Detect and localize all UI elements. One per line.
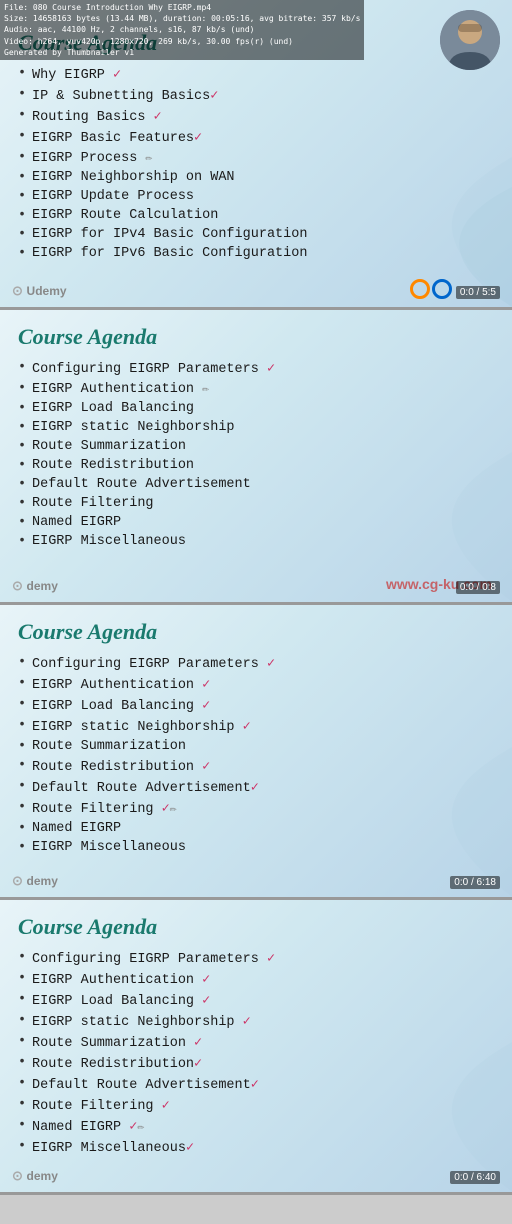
udemy-logo-3: ⊙ demy (12, 873, 58, 889)
check-icon: ✓ (210, 89, 218, 104)
check-icon: ✓ (162, 1099, 170, 1114)
list-item: Route Summarization (18, 437, 494, 456)
list-item: EIGRP Authentication ✓ (18, 969, 494, 990)
udemy-icon: ⊙ (12, 578, 23, 593)
list-item: Configuring EIGRP Parameters ✓ (18, 948, 494, 969)
check-icon: ✓ (267, 362, 275, 377)
list-item: EIGRP Basic Features✓ (18, 127, 494, 148)
udemy-icon: ⊙ (12, 283, 23, 298)
list-item: Configuring EIGRP Parameters ✓ (18, 358, 494, 379)
check-icon: ✓ (202, 973, 210, 988)
check-icon: ✓ (154, 110, 162, 125)
list-item: EIGRP Neighborship on WAN (18, 168, 494, 187)
list-item: EIGRP for IPv6 Basic Configuration (18, 244, 494, 263)
list-item: EIGRP Authentication ✓ (18, 674, 494, 695)
list-item: Route Redistribution✓ (18, 1053, 494, 1074)
check-icon: ✓ (202, 760, 210, 775)
check-icon: ✓ (251, 781, 259, 796)
pencil-icon: ✏ (202, 382, 209, 396)
panel-3: Course Agenda Configuring EIGRP Paramete… (0, 605, 512, 900)
check-icon: ✓ (243, 1015, 251, 1030)
udemy-icon: ⊙ (12, 873, 23, 888)
avatar (440, 10, 500, 70)
list-item: Route Filtering ✓✏ (18, 798, 494, 819)
check-icon: ✓ (202, 699, 210, 714)
udemy-icon: ⊙ (12, 1168, 23, 1183)
list-item: EIGRP Route Calculation (18, 206, 494, 225)
list-item: Route Filtering (18, 494, 494, 513)
list-item: Route Summarization ✓ (18, 1032, 494, 1053)
panel-1: File: 080 Course Introduction Why EIGRP.… (0, 0, 512, 310)
panel-2-title: Course Agenda (18, 324, 494, 350)
list-item: EIGRP Load Balancing ✓ (18, 695, 494, 716)
list-item: Named EIGRP (18, 513, 494, 532)
list-item: Route Redistribution (18, 456, 494, 475)
check-icon: ✓ (251, 1078, 259, 1093)
udemy-logo: ⊙ Udemy (12, 283, 67, 299)
list-item: EIGRP Process ✏ (18, 148, 494, 168)
list-item: EIGRP static Neighborship ✓ (18, 716, 494, 737)
list-item: EIGRP static Neighborship (18, 418, 494, 437)
panel-4-list: Configuring EIGRP Parameters ✓ EIGRP Aut… (18, 948, 494, 1158)
panel-2-list: Configuring EIGRP Parameters ✓ EIGRP Aut… (18, 358, 494, 551)
list-item: Why EIGRP ✓ (18, 64, 494, 85)
check-icon: ✓ (243, 720, 251, 735)
file-info: File: 080 Course Introduction Why EIGRP.… (0, 0, 364, 60)
list-item: Named EIGRP ✓✏ (18, 1116, 494, 1137)
timecode-3: 0:0 / 6:18 (450, 876, 500, 889)
list-item: EIGRP Miscellaneous (18, 532, 494, 551)
check-icon: ✓ (194, 1057, 202, 1072)
pencil-icon: ✏ (145, 151, 152, 165)
timecode-1: 0:0 / 5:5 (456, 286, 500, 299)
timecode-4: 0:0 / 6:40 (450, 1171, 500, 1184)
check-icon: ✓ (267, 657, 275, 672)
udemy-logo-4: ⊙ demy (12, 1168, 58, 1184)
check-icon: ✓ (202, 678, 210, 693)
list-item: Default Route Advertisement✓ (18, 1074, 494, 1095)
list-item: EIGRP Load Balancing (18, 399, 494, 418)
check-icon: ✓ (186, 1141, 194, 1156)
oo-logo (410, 279, 452, 299)
check-icon: ✓ (202, 994, 210, 1009)
list-item: EIGRP for IPv4 Basic Configuration (18, 225, 494, 244)
panel-3-list: Configuring EIGRP Parameters ✓ EIGRP Aut… (18, 653, 494, 857)
list-item: IP & Subnetting Basics✓ (18, 85, 494, 106)
list-item: EIGRP static Neighborship ✓ (18, 1011, 494, 1032)
list-item: EIGRP Miscellaneous✓ (18, 1137, 494, 1158)
panel-4: Course Agenda Configuring EIGRP Paramete… (0, 900, 512, 1195)
check-icon: ✓ (162, 802, 170, 817)
list-item: Route Redistribution ✓ (18, 756, 494, 777)
panel-1-list: Why EIGRP ✓ IP & Subnetting Basics✓ Rout… (18, 64, 494, 263)
check-icon: ✓ (113, 68, 121, 83)
list-item: EIGRP Load Balancing ✓ (18, 990, 494, 1011)
list-item: Routing Basics ✓ (18, 106, 494, 127)
pencil-icon: ✏ (137, 1120, 144, 1134)
list-item: Configuring EIGRP Parameters ✓ (18, 653, 494, 674)
panel-4-title: Course Agenda (18, 914, 494, 940)
panel-2: Course Agenda Configuring EIGRP Paramete… (0, 310, 512, 605)
logo-circle-orange (410, 279, 430, 299)
panel-3-title: Course Agenda (18, 619, 494, 645)
check-icon: ✓ (194, 1036, 202, 1051)
logo-circle-blue (432, 279, 452, 299)
timecode-2: 0:0 / 0:8 (456, 581, 500, 594)
udemy-logo-2: ⊙ demy (12, 578, 58, 594)
check-icon: ✓ (267, 952, 275, 967)
check-icon: ✓ (194, 131, 202, 146)
list-item: Route Summarization (18, 737, 494, 756)
list-item: Default Route Advertisement✓ (18, 777, 494, 798)
list-item: EIGRP Authentication ✏ (18, 379, 494, 399)
list-item: EIGRP Miscellaneous (18, 838, 494, 857)
pencil-icon: ✏ (170, 802, 177, 816)
list-item: EIGRP Update Process (18, 187, 494, 206)
list-item: Route Filtering ✓ (18, 1095, 494, 1116)
list-item: Named EIGRP (18, 819, 494, 838)
list-item: Default Route Advertisement (18, 475, 494, 494)
